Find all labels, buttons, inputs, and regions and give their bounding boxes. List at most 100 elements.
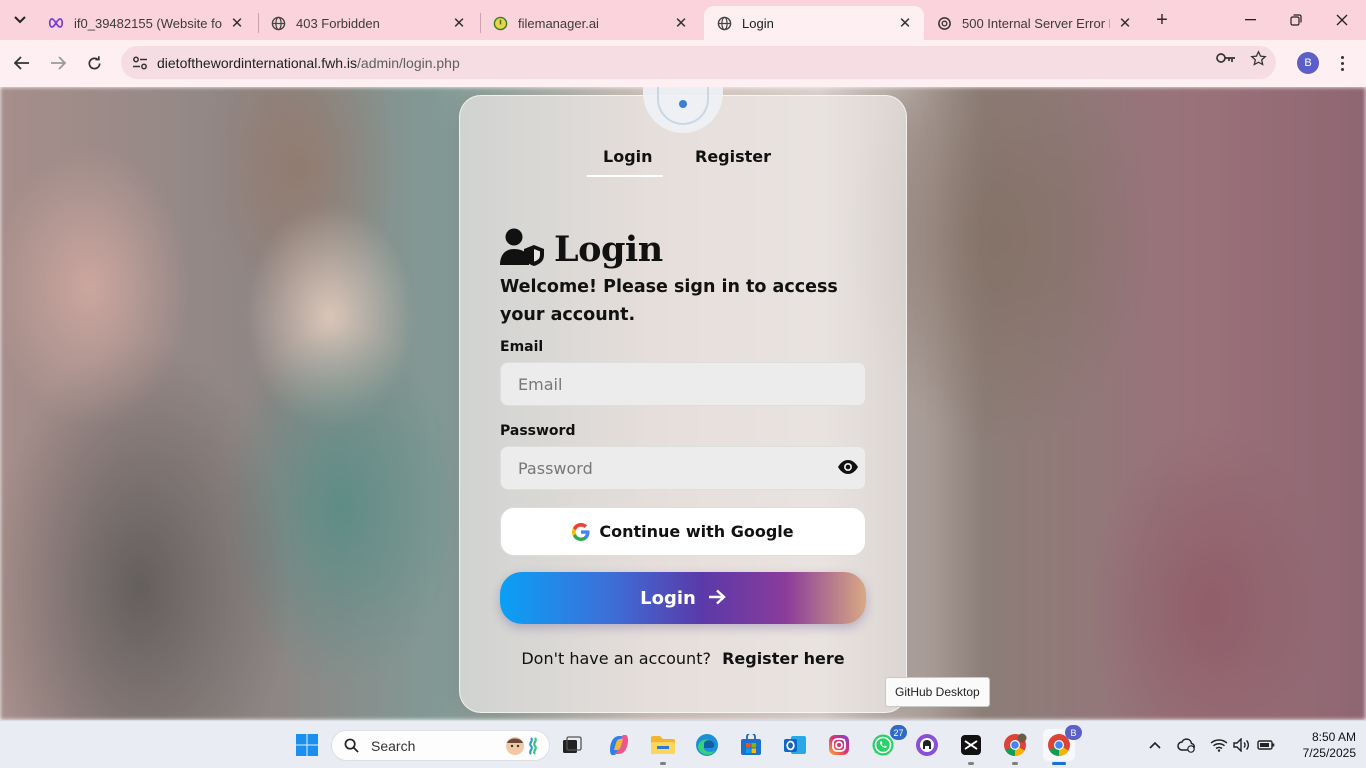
taskbar-store[interactable] — [735, 729, 767, 761]
taskbar-tooltip: GitHub Desktop — [885, 677, 990, 707]
browser-tab-4-active[interactable]: Login ✕ — [704, 6, 924, 40]
forward-button[interactable] — [44, 49, 72, 77]
signup-prompt: Don't have an account? — [521, 649, 711, 668]
capcut-icon — [961, 735, 981, 755]
login-button[interactable]: Login — [500, 572, 866, 624]
profile-badge: B — [1065, 725, 1082, 740]
google-signin-button[interactable]: Continue with Google — [500, 507, 866, 556]
close-icon[interactable]: ✕ — [450, 14, 468, 32]
speaker-icon — [1233, 738, 1249, 752]
reload-button[interactable] — [80, 49, 108, 77]
close-window-button[interactable] — [1320, 6, 1364, 34]
github-desktop-icon — [916, 734, 938, 756]
notification-badge: 27 — [890, 725, 907, 740]
url-host: dietofthewordinternational.fwh.is — [157, 54, 358, 71]
system-clock[interactable]: 8:50 AM 7/25/2025 — [1282, 729, 1356, 761]
minimize-icon — [1244, 19, 1256, 21]
close-icon[interactable]: ✕ — [896, 14, 914, 32]
task-view-icon — [563, 736, 582, 753]
register-link[interactable]: Register here — [722, 649, 845, 668]
show-password-button[interactable] — [836, 457, 860, 477]
tab-search-button[interactable] — [7, 7, 33, 33]
search-icon — [344, 738, 359, 753]
signup-row: Don't have an account? Register here — [500, 649, 866, 668]
browser-toolbar: dietofthewordinternational.fwh.is/admin/… — [0, 40, 1366, 87]
browser-tab-2[interactable]: 403 Forbidden ✕ — [258, 6, 478, 40]
new-tab-button[interactable]: + — [1150, 8, 1174, 32]
globe-icon — [270, 15, 286, 31]
taskbar-whatsapp[interactable]: 27 — [867, 725, 907, 761]
tab-register[interactable]: Register — [695, 147, 771, 166]
password-field[interactable]: Password — [500, 446, 866, 490]
form-title: Login — [554, 228, 663, 270]
tab-login[interactable]: Login — [603, 147, 653, 166]
google-icon — [572, 522, 590, 541]
search-highlight-icon — [503, 735, 541, 757]
network-status[interactable] — [1208, 733, 1230, 757]
close-icon[interactable]: ✕ — [672, 14, 690, 32]
browser-tab-3[interactable]: filemanager.ai ✕ — [480, 6, 700, 40]
address-bar[interactable]: dietofthewordinternational.fwh.is/admin/… — [121, 46, 1276, 79]
tab-title: 403 Forbidden — [296, 15, 380, 31]
task-view-button[interactable] — [556, 729, 588, 761]
show-hidden-icons-button[interactable] — [1145, 733, 1165, 757]
chatgpt-icon — [936, 15, 952, 31]
wifi-icon — [1210, 739, 1228, 752]
minimize-button[interactable] — [1228, 6, 1272, 34]
browser-tab-5[interactable]: 500 Internal Server Error Fix ✕ — [924, 6, 1144, 40]
globe-icon — [716, 15, 732, 31]
eye-icon — [838, 460, 858, 474]
chevron-down-icon — [14, 16, 26, 24]
bookmark-button[interactable] — [1248, 48, 1268, 68]
email-label: Email — [500, 339, 544, 355]
key-icon — [1216, 53, 1235, 63]
restore-button[interactable] — [1274, 6, 1318, 34]
onedrive-status[interactable] — [1176, 733, 1198, 757]
tab-strip: if0_39482155 (Website for D ✕ 403 Forbid… — [0, 0, 1366, 40]
google-button-label: Continue with Google — [599, 522, 794, 541]
profile-avatar[interactable]: B — [1297, 52, 1319, 74]
battery-icon — [1257, 740, 1275, 750]
taskbar-capcut[interactable] — [955, 729, 987, 765]
back-arrow-icon — [14, 56, 29, 70]
taskbar-instagram[interactable] — [823, 729, 855, 761]
form-title-row: Login — [500, 227, 663, 271]
back-button[interactable] — [8, 49, 36, 77]
taskbar-search[interactable]: Search — [331, 730, 550, 761]
password-key-button[interactable] — [1216, 48, 1236, 68]
taskbar-chrome-profile[interactable] — [999, 729, 1031, 765]
clock-date: 7/25/2025 — [1302, 746, 1356, 760]
star-icon — [1249, 49, 1267, 66]
taskbar: Search 27 B 8:50 AM 7/25/2025 — [0, 720, 1366, 768]
battery-status[interactable] — [1255, 733, 1277, 757]
forward-arrow-icon — [51, 56, 66, 70]
store-icon — [741, 734, 761, 755]
folder-icon — [651, 736, 675, 754]
taskbar-chrome[interactable]: B — [1043, 725, 1082, 765]
taskbar-github-desktop[interactable] — [911, 729, 943, 761]
instagram-icon — [829, 735, 849, 755]
tab-title: Login — [742, 15, 774, 31]
chevron-up-icon — [1149, 741, 1161, 749]
browser-tab-1[interactable]: if0_39482155 (Website for D ✕ — [36, 6, 256, 40]
clock-time: 8:50 AM — [1311, 730, 1356, 744]
url-path: /admin/login.php — [357, 54, 460, 71]
infinity-icon — [48, 15, 64, 31]
tab-title: filemanager.ai — [518, 15, 599, 31]
cloud-sync-icon — [1177, 738, 1195, 753]
start-button[interactable] — [291, 729, 323, 761]
chrome-icon — [1004, 733, 1027, 756]
restore-icon — [1290, 14, 1302, 26]
taskbar-file-explorer[interactable] — [647, 729, 679, 765]
taskbar-copilot[interactable] — [603, 729, 635, 761]
email-field[interactable]: Email — [500, 362, 866, 406]
browser-menu-button[interactable] — [1332, 51, 1352, 75]
close-icon[interactable]: ✕ — [1116, 14, 1134, 32]
close-icon — [1336, 14, 1348, 26]
site-info-icon[interactable] — [130, 53, 150, 73]
volume-control[interactable] — [1231, 733, 1253, 757]
taskbar-outlook[interactable] — [779, 729, 811, 761]
taskbar-edge[interactable] — [691, 729, 723, 761]
welcome-message: Welcome! Please sign in to access your a… — [500, 277, 838, 325]
close-icon[interactable]: ✕ — [228, 14, 246, 32]
